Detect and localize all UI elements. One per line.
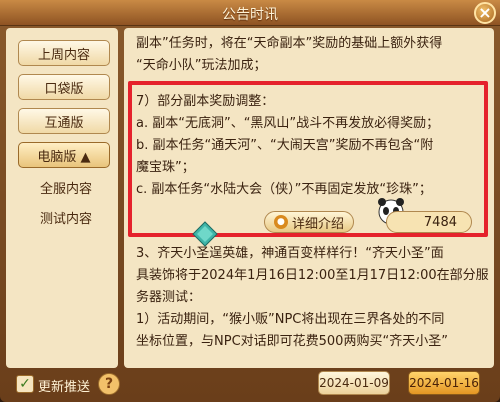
detail-button[interactable]: ● 详细介绍	[264, 211, 354, 233]
sidebar-item-pocket[interactable]: 口袋版	[18, 74, 110, 100]
announcement-window: 公告时讯 × 上周内容 口袋版 互通版 电脑版 ▲ 全服内容 测试内容 副本”任…	[0, 0, 500, 402]
sidebar-subitem-all-servers[interactable]: 全服内容	[40, 178, 92, 197]
content-line: 7）部分副本奖励调整：	[136, 94, 275, 109]
content-line: 副本”任务时，将在“天命副本”奖励的基础上额外获得	[136, 36, 443, 51]
window-title: 公告时讯	[222, 7, 278, 23]
detail-button-label: 详细介绍	[291, 216, 344, 232]
content-line: 魔宝珠”；	[136, 160, 195, 175]
sidebar-item-interop[interactable]: 互通版	[18, 108, 110, 134]
like-counter[interactable]: 7484	[386, 211, 472, 233]
content-line: c. 副本任务“水陆大会（侠）”不再固定发放“珍珠”；	[136, 182, 432, 197]
help-button[interactable]: ?	[98, 373, 120, 395]
sidebar-item-last-week[interactable]: 上周内容	[18, 40, 110, 66]
content-line: 具装饰将于2024年1月16日12:00至1月17日12:00在部分服	[136, 268, 489, 283]
content-line: b. 副本任务“通天河”、“大闹天宫”奖励不再包含“附	[136, 138, 434, 153]
title-bar: 公告时讯 ×	[0, 0, 500, 26]
sidebar: 上周内容 口袋版 互通版 电脑版 ▲ 全服内容 测试内容	[6, 28, 118, 368]
content-line: 坐标位置，与NPC对话即可花费500两购买“齐天小圣”	[136, 334, 448, 349]
content-line: 1）活动期间，“猴小贩”NPC将出现在三界各处的不同	[136, 312, 445, 327]
auto-push-label: 更新推送	[38, 380, 91, 395]
footer-bar: ✓ 更新推送 ? 2024-01-09 2024-01-16	[0, 370, 500, 402]
announcement-content: 副本”任务时，将在“天命副本”奖励的基础上额外获得 “天命小队”玩法加成； 7）…	[124, 28, 494, 368]
info-icon: ●	[273, 215, 288, 229]
content-line: “天命小队”玩法加成；	[136, 58, 267, 73]
date-tab-2024-01-09[interactable]: 2024-01-09	[318, 371, 390, 395]
date-tab-2024-01-16[interactable]: 2024-01-16	[408, 371, 480, 395]
content-line: a. 副本“无底洞”、“黑风山”战斗不再发放必得奖励；	[136, 116, 440, 131]
sidebar-item-pc[interactable]: 电脑版 ▲	[18, 142, 110, 168]
like-count: 7484	[423, 214, 457, 230]
content-line: 务器测试：	[136, 290, 202, 305]
sidebar-subitem-test[interactable]: 测试内容	[40, 208, 92, 227]
auto-push-checkbox[interactable]: ✓	[16, 375, 34, 393]
content-line: 3、齐天小圣逞英雄，神通百变样样行！“齐天小圣”面	[136, 246, 444, 261]
close-button[interactable]: ×	[474, 2, 496, 24]
